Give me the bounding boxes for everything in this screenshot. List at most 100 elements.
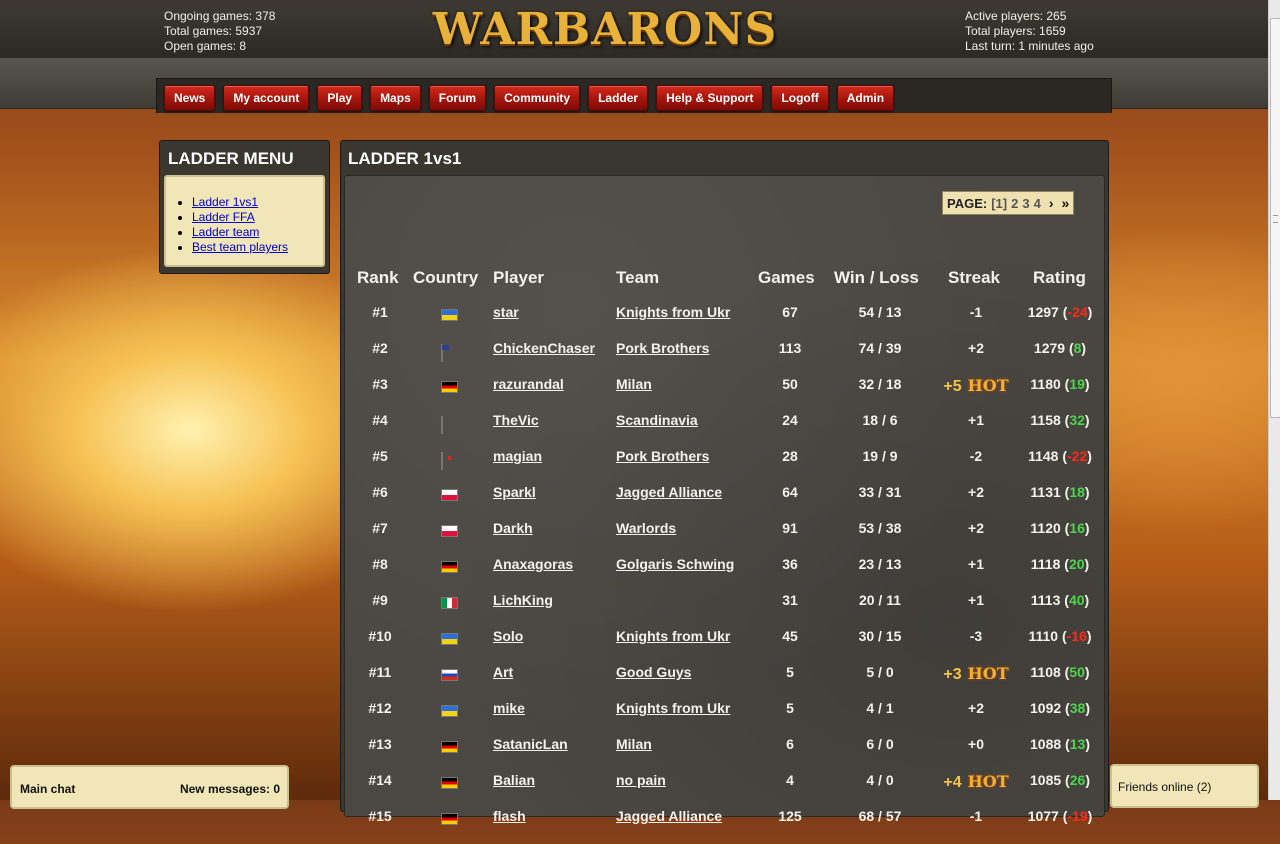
player-link[interactable]: TheVic xyxy=(493,412,539,428)
team-link[interactable]: Jagged Alliance xyxy=(616,484,722,500)
win-loss-cell: 54 / 13 xyxy=(858,304,902,320)
ladder-menu-body: Ladder 1vs1 Ladder FFA Ladder team Best … xyxy=(164,175,325,267)
rating-value: 1108 xyxy=(1030,664,1061,680)
nav-my-account-button[interactable]: My account xyxy=(223,85,310,111)
nav-ladder-button[interactable]: Ladder xyxy=(588,85,649,111)
streak-value: -2 xyxy=(969,448,983,464)
team-link[interactable]: Milan xyxy=(616,376,652,392)
player-link[interactable]: SatanicLan xyxy=(493,736,568,752)
rank-cell: #5 xyxy=(372,448,388,464)
table-row: #7 Darkh Warlords 91 53 / 38 +2 1120 (16) xyxy=(345,520,1104,556)
games-cell: 5 xyxy=(786,664,794,680)
best-team-players-link[interactable]: Best team players xyxy=(192,240,288,254)
nav-maps-button[interactable]: Maps xyxy=(370,85,421,111)
rating-value: 1279 xyxy=(1033,340,1066,356)
last-page-icon[interactable]: » xyxy=(1061,195,1069,211)
team-link[interactable]: Golgaris Schwing xyxy=(616,556,734,572)
rating-cell: 1113 (40) xyxy=(1030,592,1090,608)
table-row: #13 SatanicLan Milan 6 6 / 0 +0 1088 (13) xyxy=(345,736,1104,772)
nav-help-support-button[interactable]: Help & Support xyxy=(656,85,764,111)
scrollbar-thumb[interactable] xyxy=(1270,18,1280,418)
rating-delta: 13 xyxy=(1069,736,1086,752)
player-stats: Active players: 265 Total players: 1659 … xyxy=(965,9,1094,54)
rating-delta: 40 xyxy=(1068,592,1085,608)
win-loss-cell: 4 / 0 xyxy=(866,772,894,788)
game-stats: Ongoing games: 378 Total games: 5937 Ope… xyxy=(164,9,275,54)
page-scrollbar[interactable] xyxy=(1268,0,1280,800)
ladder-team-link[interactable]: Ladder team xyxy=(192,225,259,239)
nav-admin-button[interactable]: Admin xyxy=(836,85,895,111)
main-chat-title[interactable]: Main chat xyxy=(20,782,75,796)
streak-value: +2 xyxy=(968,340,984,356)
next-page-icon[interactable]: › xyxy=(1049,195,1054,211)
player-link[interactable]: Art xyxy=(493,664,513,680)
last-turn: Last turn: 1 minutes ago xyxy=(965,39,1094,53)
team-link[interactable]: Good Guys xyxy=(616,664,691,680)
team-link[interactable]: Milan xyxy=(616,736,652,752)
player-link[interactable]: Darkh xyxy=(493,520,533,536)
main-chat-widget[interactable]: Main chat New messages: 0 xyxy=(10,765,289,809)
player-link[interactable]: Anaxagoras xyxy=(493,556,573,572)
total-players: Total players: 1659 xyxy=(965,24,1066,38)
team-link[interactable]: Knights from Ukr xyxy=(616,628,730,644)
player-link[interactable]: Balian xyxy=(493,772,535,788)
player-link[interactable]: mike xyxy=(493,700,525,716)
streak-value: +2 xyxy=(968,520,984,536)
player-link[interactable]: LichKing xyxy=(493,592,553,608)
list-item: Ladder 1vs1 xyxy=(192,195,323,210)
nav-news-button[interactable]: News xyxy=(164,85,216,111)
team-link[interactable]: Warlords xyxy=(616,520,676,536)
rank-cell: #9 xyxy=(372,592,388,608)
player-link[interactable]: magian xyxy=(493,448,542,464)
games-cell: 5 xyxy=(786,700,794,716)
player-link[interactable]: ChickenChaser xyxy=(493,340,595,356)
rating-delta: -24 xyxy=(1067,304,1088,320)
rating-cell: 1297 (-24) xyxy=(1027,304,1093,320)
page-4-link[interactable]: 4 xyxy=(1034,196,1041,211)
ladder-ffa-link[interactable]: Ladder FFA xyxy=(192,210,255,224)
win-loss-cell: 23 / 13 xyxy=(858,556,902,572)
nav-logoff-button[interactable]: Logoff xyxy=(771,85,829,111)
nav-community-button[interactable]: Community xyxy=(494,85,581,111)
new-messages-count: New messages: 0 xyxy=(179,782,280,796)
rating-delta: 20 xyxy=(1068,556,1085,572)
team-link[interactable]: Knights from Ukr xyxy=(616,304,730,320)
page-title: LADDER 1vs1 xyxy=(348,149,462,168)
team-link[interactable]: Scandinavia xyxy=(616,412,698,428)
nav-forum-button[interactable]: Forum xyxy=(428,85,487,111)
win-loss-cell: 32 / 18 xyxy=(858,376,902,392)
rank-cell: #3 xyxy=(372,376,388,392)
ladder-menu-list: Ladder 1vs1 Ladder FFA Ladder team Best … xyxy=(166,195,323,255)
rank-cell: #8 xyxy=(372,556,388,572)
player-link[interactable]: star xyxy=(493,304,519,320)
rank-cell: #1 xyxy=(372,304,388,320)
table-row: #2 ChickenChaser Pork Brothers 113 74 / 39 +2… xyxy=(345,340,1104,376)
country-flag-icon xyxy=(441,561,458,573)
page-2-link[interactable]: 2 xyxy=(1011,196,1018,211)
streak-value: +0 xyxy=(968,736,984,752)
friends-online-label[interactable]: Friends online (2) xyxy=(1118,780,1211,794)
player-link[interactable]: Sparkl xyxy=(493,484,536,500)
team-link[interactable]: Jagged Alliance xyxy=(616,808,722,824)
streak-value: +2 xyxy=(968,484,984,500)
team-link[interactable]: Pork Brothers xyxy=(616,448,709,464)
player-link[interactable]: Solo xyxy=(493,628,523,644)
player-link[interactable]: razurandal xyxy=(493,376,564,392)
streak-value: -1 xyxy=(969,304,983,320)
country-flag-icon xyxy=(441,525,458,537)
player-link[interactable]: flash xyxy=(493,808,526,824)
ladder-1vs1-link[interactable]: Ladder 1vs1 xyxy=(192,195,258,209)
page-3-link[interactable]: 3 xyxy=(1022,196,1029,211)
friends-online-widget[interactable]: Friends online (2) xyxy=(1110,764,1259,808)
team-link[interactable]: Pork Brothers xyxy=(616,340,709,356)
ladder-table: PAGE: [1] 2 3 4 › » Rank Country Player … xyxy=(344,175,1105,825)
team-link[interactable]: Knights from Ukr xyxy=(616,700,730,716)
country-flag-icon xyxy=(441,813,458,825)
table-row: #10 Solo Knights from Ukr 45 30 / 15 -3 1110 (… xyxy=(345,628,1104,664)
column-header-team: Team xyxy=(616,268,660,287)
nav-play-button[interactable]: Play xyxy=(317,85,363,111)
team-link[interactable]: no pain xyxy=(616,772,666,788)
streak-value: +1 xyxy=(968,412,984,428)
site-logo[interactable]: WARBARONS xyxy=(420,3,790,57)
games-cell: 125 xyxy=(778,808,802,824)
